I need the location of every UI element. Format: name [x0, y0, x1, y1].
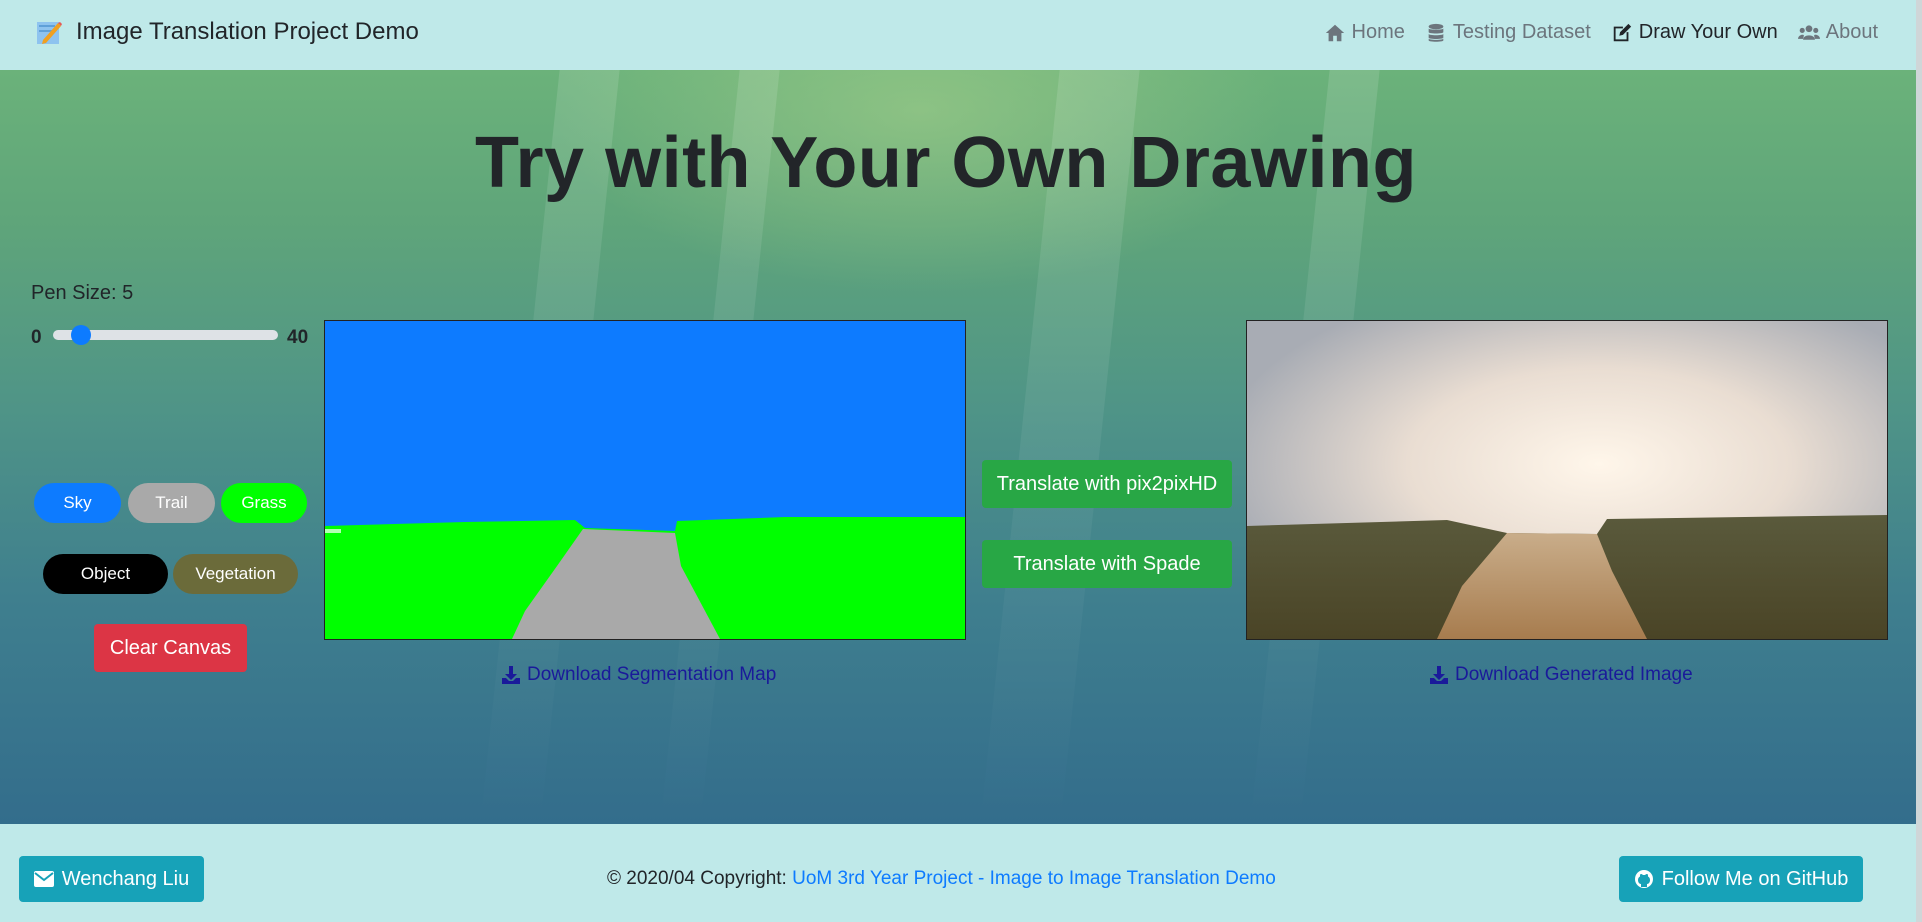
github-icon: [1634, 870, 1653, 888]
envelope-icon: [33, 871, 54, 887]
footer: Wenchang Liu © 2020/04 Copyright: UoM 3r…: [0, 824, 1922, 922]
download-generated-image-label: Download Generated Image: [1455, 664, 1693, 685]
edit-icon: [1613, 23, 1631, 41]
pen-size-slider[interactable]: [53, 325, 278, 345]
download-segmentation-map-label: Download Segmentation Map: [527, 664, 777, 685]
slider-thumb[interactable]: [71, 325, 92, 345]
copyright-text: © 2020/04 Copyright: UoM 3rd Year Projec…: [607, 868, 1276, 890]
nav-about[interactable]: About: [1797, 21, 1878, 44]
label-trail-button[interactable]: Trail: [128, 483, 215, 523]
page-scrollbar[interactable]: [1916, 0, 1922, 922]
pen-size-slider-row: 0 40: [31, 320, 311, 350]
nav-home[interactable]: Home: [1324, 21, 1405, 44]
follow-github-label: Follow Me on GitHub: [1661, 867, 1849, 890]
nav-draw-your-own-label: Draw Your Own: [1638, 21, 1778, 43]
segmentation-map-drawing: [325, 321, 965, 639]
nav-testing-dataset-label: Testing Dataset: [1452, 21, 1591, 43]
follow-github-button[interactable]: Follow Me on GitHub: [1619, 856, 1863, 902]
database-icon: [1428, 23, 1444, 42]
nav-about-label: About: [1825, 21, 1878, 43]
author-name: Wenchang Liu: [61, 867, 190, 890]
pen-size-min: 0: [31, 327, 42, 348]
users-icon: [1797, 24, 1820, 40]
drawing-canvas[interactable]: [324, 320, 966, 640]
nav-testing-dataset[interactable]: Testing Dataset: [1425, 21, 1591, 44]
home-icon: [1325, 24, 1344, 41]
generated-landscape-image: [1247, 321, 1887, 639]
nav-home-label: Home: [1351, 21, 1405, 43]
copyright-prefix: © 2020/04 Copyright:: [607, 868, 787, 889]
label-sky-button[interactable]: Sky: [34, 483, 121, 523]
clear-canvas-button[interactable]: Clear Canvas: [94, 624, 247, 672]
download-icon: [1430, 666, 1448, 684]
author-email-button[interactable]: Wenchang Liu: [19, 856, 204, 902]
translate-pix2pixhd-button[interactable]: Translate with pix2pixHD: [982, 460, 1232, 508]
translate-spade-button[interactable]: Translate with Spade: [982, 540, 1232, 588]
download-segmentation-map-link[interactable]: Download Segmentation Map: [501, 664, 776, 686]
brand-title: Image Translation Project Demo: [76, 18, 419, 45]
generated-image: [1246, 320, 1888, 640]
label-vegetation-button[interactable]: Vegetation: [173, 554, 298, 594]
label-object-button[interactable]: Object: [43, 554, 168, 594]
pen-size-max: 40: [287, 327, 309, 348]
navbar: Image Translation Project Demo Home Test…: [0, 0, 1922, 70]
pen-size-label: Pen Size: 5: [31, 282, 134, 304]
page-title: Try with Your Own Drawing: [475, 123, 1417, 203]
nav-draw-your-own[interactable]: Draw Your Own: [1611, 21, 1778, 44]
pencil-memo-icon: [36, 19, 62, 45]
download-icon: [502, 666, 520, 684]
brand-link[interactable]: Image Translation Project Demo: [36, 18, 419, 46]
project-link[interactable]: UoM 3rd Year Project - Image to Image Tr…: [792, 868, 1276, 889]
download-generated-image-link[interactable]: Download Generated Image: [1429, 664, 1693, 686]
label-grass-button[interactable]: Grass: [221, 483, 307, 523]
nav-menu: Home Testing Dataset Draw Your Own About: [1324, 21, 1878, 44]
